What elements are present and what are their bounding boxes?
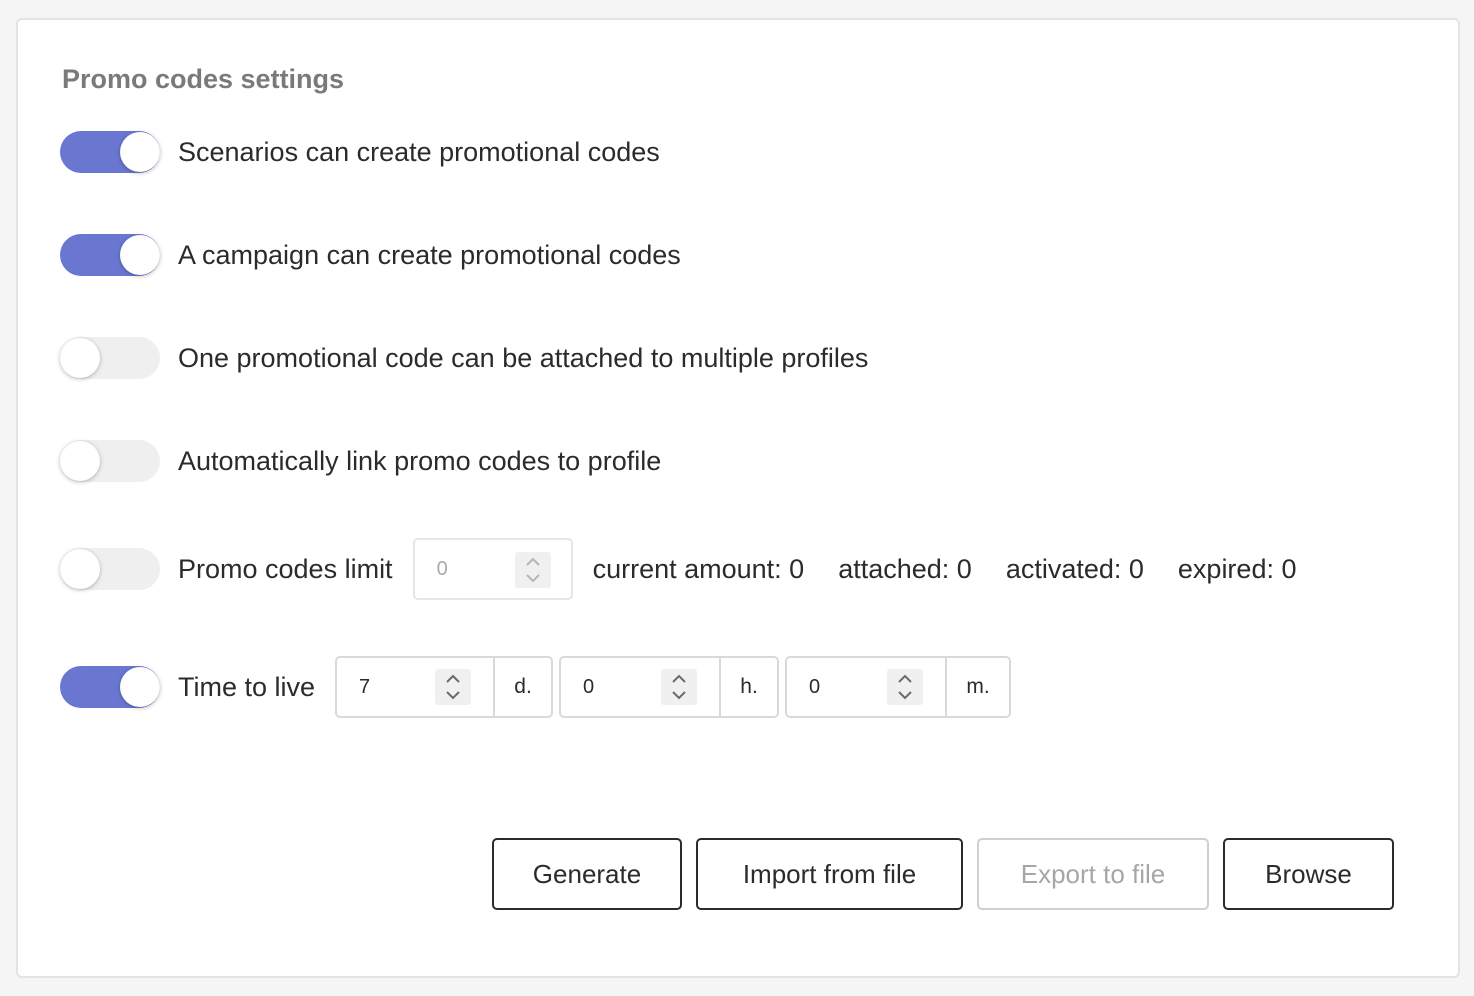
toggle-limit[interactable]: [60, 548, 160, 590]
ttl-hours-value: 0: [583, 675, 595, 698]
toggle-knob: [120, 132, 160, 172]
limit-input[interactable]: 0: [412, 538, 573, 600]
setting-label-limit: Promo codes limit: [178, 553, 393, 584]
setting-row-campaign: A campaign can create promotional codes: [60, 233, 681, 277]
setting-label-campaign: A campaign can create promotional codes: [178, 239, 681, 270]
setting-label-ttl: Time to live: [178, 671, 316, 702]
ttl-days-field: 7 d.: [335, 656, 554, 718]
setting-row-ttl: Time to live 7 d. 0 h. 0 m.: [60, 656, 1017, 718]
action-buttons: Generate Import from file Export to file…: [492, 838, 1394, 910]
ttl-minutes-value: 0: [809, 675, 821, 698]
stat-current-amount: current amount: 0: [592, 553, 805, 584]
ttl-inputs: 7 d. 0 h. 0 m.: [335, 656, 1017, 718]
page-title: Promo codes settings: [62, 64, 345, 94]
ttl-days-input[interactable]: 7: [337, 658, 496, 716]
toggle-knob: [120, 235, 160, 275]
chevron-up-down-icon[interactable]: [514, 552, 551, 588]
stat-attached: attached: 0: [838, 553, 972, 584]
stat-expired: expired: 0: [1177, 553, 1297, 584]
setting-label-auto-link: Automatically link promo codes to profil…: [178, 445, 662, 476]
setting-row-multiple-profiles: One promotional code can be attached to …: [60, 336, 868, 380]
promo-settings-card: Promo codes settings Scenarios can creat…: [16, 18, 1460, 978]
chevron-up-down-icon[interactable]: [435, 669, 472, 705]
toggle-knob: [60, 549, 100, 589]
ttl-minutes-input[interactable]: 0: [787, 658, 948, 716]
import-from-file-button[interactable]: Import from file: [696, 838, 963, 910]
ttl-minutes-unit: m.: [966, 675, 990, 698]
toggle-ttl[interactable]: [60, 666, 160, 708]
toggle-auto-link[interactable]: [60, 440, 160, 482]
stat-activated: activated: 0: [1005, 553, 1144, 584]
limit-value: 0: [436, 557, 448, 580]
ttl-hours-unit: h.: [740, 675, 758, 698]
ttl-minutes-field: 0 m.: [785, 656, 1012, 718]
toggle-scenarios[interactable]: [60, 131, 160, 173]
setting-row-limit: Promo codes limit 0 current amount: 0 at…: [60, 538, 1310, 600]
toggle-multiple-profiles[interactable]: [60, 337, 160, 379]
ttl-days-unit: d.: [514, 675, 532, 698]
generate-button[interactable]: Generate: [492, 838, 682, 910]
setting-row-auto-link: Automatically link promo codes to profil…: [60, 439, 661, 483]
browse-button[interactable]: Browse: [1223, 838, 1394, 910]
toggle-knob: [60, 441, 100, 481]
setting-row-scenarios: Scenarios can create promotional codes: [60, 130, 660, 174]
setting-label-multiple-profiles: One promotional code can be attached to …: [178, 342, 869, 373]
ttl-hours-field: 0 h.: [559, 656, 780, 718]
chevron-up-down-icon[interactable]: [661, 669, 698, 705]
ttl-hours-input[interactable]: 0: [561, 658, 722, 716]
toggle-knob: [60, 338, 100, 378]
toggle-knob: [120, 667, 160, 707]
export-to-file-button[interactable]: Export to file: [977, 838, 1209, 910]
chevron-up-down-icon[interactable]: [887, 669, 924, 705]
setting-label-scenarios: Scenarios can create promotional codes: [178, 136, 660, 167]
toggle-campaign[interactable]: [60, 234, 160, 276]
ttl-days-value: 7: [359, 675, 371, 698]
